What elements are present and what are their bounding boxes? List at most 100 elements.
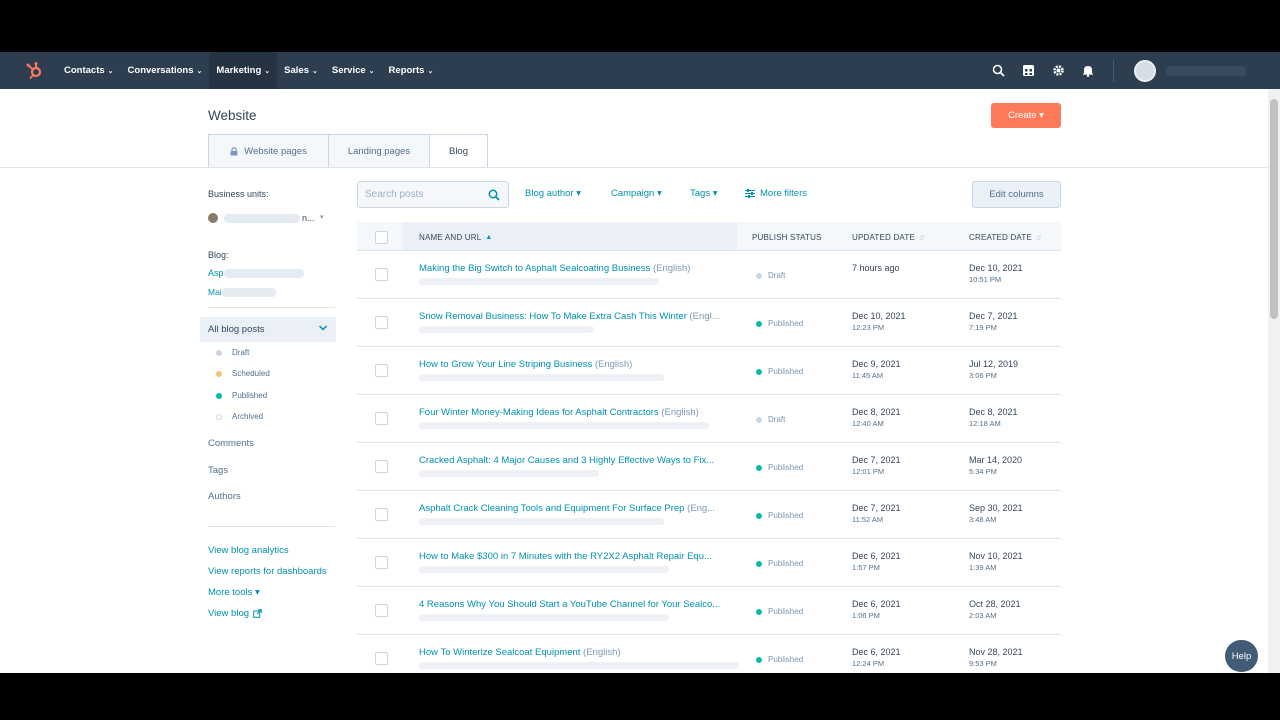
- business-unit-select[interactable]: n... ▾: [208, 212, 328, 226]
- help-button[interactable]: Help: [1225, 640, 1258, 672]
- column-header-updated[interactable]: UPDATED DATE ⇵: [852, 233, 925, 242]
- settings-gear-icon[interactable]: [1043, 52, 1073, 89]
- view-blog-analytics-link[interactable]: View blog analytics: [208, 545, 289, 556]
- table-row[interactable]: Cracked Asphalt: 4 Major Causes and 3 Hi…: [357, 443, 1061, 491]
- search-input[interactable]: [365, 189, 480, 200]
- tab-website-pages[interactable]: Website pages: [208, 134, 329, 168]
- post-title-link[interactable]: How To Winterize Sealcoat Equipment (Eng…: [419, 647, 621, 658]
- campaign-filter[interactable]: Campaign ▾: [611, 188, 662, 199]
- status-filter-draft[interactable]: Draft: [216, 348, 249, 357]
- post-title-link[interactable]: Four Winter Money-Making Ideas for Aspha…: [419, 407, 699, 418]
- table-row[interactable]: 4 Reasons Why You Should Start a YouTube…: [357, 587, 1061, 635]
- table-row[interactable]: How to Grow Your Line Striping Business …: [357, 347, 1061, 395]
- post-title-link[interactable]: How to Make $300 in 7 Minutes with the R…: [419, 551, 712, 562]
- hubspot-logo-icon[interactable]: [25, 61, 45, 81]
- post-title[interactable]: Snow Removal Business: How To Make Extra…: [419, 311, 687, 322]
- created-date: Dec 7, 2021 7:19 PM: [969, 311, 1018, 332]
- search-icon[interactable]: [488, 189, 500, 201]
- post-title-link[interactable]: Snow Removal Business: How To Make Extra…: [419, 311, 720, 322]
- status-label: Published: [768, 607, 804, 616]
- row-checkbox[interactable]: [375, 460, 388, 473]
- post-title[interactable]: Making the Big Switch to Asphalt Sealcoa…: [419, 263, 650, 274]
- status-filter-archived[interactable]: Archived: [216, 412, 263, 421]
- tab-landing-pages[interactable]: Landing pages: [328, 134, 430, 168]
- post-title[interactable]: Four Winter Money-Making Ideas for Aspha…: [419, 407, 659, 418]
- all-blog-posts-filter[interactable]: All blog posts: [200, 317, 336, 342]
- blog-label: Blog:: [208, 250, 229, 260]
- sidebar-item-tags[interactable]: Tags: [208, 465, 228, 476]
- status-filter-published[interactable]: Published: [216, 391, 267, 400]
- caret-down-icon: ▾: [320, 214, 324, 221]
- updated-date: Dec 6, 2021 12:24 PM: [852, 647, 901, 668]
- row-checkbox[interactable]: [375, 604, 388, 617]
- more-filters-button[interactable]: More filters: [745, 188, 807, 199]
- select-all-checkbox[interactable]: [375, 231, 388, 244]
- sort-ascending-icon: ▲: [485, 234, 493, 241]
- status-dot: [216, 392, 222, 399]
- post-title[interactable]: How to Make $300 in 7 Minutes with the R…: [419, 551, 712, 562]
- tab-blog[interactable]: Blog: [429, 134, 488, 168]
- column-header-created[interactable]: CREATED DATE ⇵: [969, 233, 1042, 242]
- marketplace-icon[interactable]: [1013, 52, 1043, 89]
- row-checkbox[interactable]: [375, 412, 388, 425]
- more-tools-dropdown[interactable]: More tools ▾: [208, 587, 260, 598]
- table-row[interactable]: Four Winter Money-Making Ideas for Aspha…: [357, 395, 1061, 443]
- row-checkbox[interactable]: [375, 652, 388, 665]
- post-title[interactable]: How to Grow Your Line Striping Business: [419, 359, 592, 370]
- nav-service[interactable]: Service ⌄: [325, 52, 382, 89]
- status-dot: [216, 370, 222, 377]
- nav-conversations[interactable]: Conversations ⌄: [121, 52, 210, 89]
- post-title[interactable]: Asphalt Crack Cleaning Tools and Equipme…: [419, 503, 684, 514]
- blog-link-1[interactable]: Asp: [208, 268, 224, 278]
- row-checkbox[interactable]: [375, 316, 388, 329]
- filter-sliders-icon: [745, 189, 755, 198]
- status-label: Published: [232, 391, 268, 400]
- scrollbar-thumb[interactable]: [1270, 99, 1278, 319]
- nav-reports[interactable]: Reports ⌄: [382, 52, 441, 89]
- column-header-status[interactable]: PUBLISH STATUS: [752, 233, 822, 242]
- post-title[interactable]: 4 Reasons Why You Should Start a YouTube…: [419, 599, 720, 610]
- blog-link-2[interactable]: Mai: [208, 287, 222, 297]
- post-title-link[interactable]: 4 Reasons Why You Should Start a YouTube…: [419, 599, 720, 610]
- view-blog-link[interactable]: View blog: [208, 608, 262, 619]
- create-button[interactable]: Create ▾: [991, 103, 1061, 128]
- post-title-link[interactable]: Asphalt Crack Cleaning Tools and Equipme…: [419, 503, 715, 514]
- updated-date-value: 7 hours ago: [852, 263, 900, 273]
- sidebar-item-comments[interactable]: Comments: [208, 438, 254, 449]
- post-title[interactable]: Cracked Asphalt: 4 Major Causes and 3 Hi…: [419, 455, 714, 466]
- nav-marketing[interactable]: Marketing ⌄: [209, 52, 278, 89]
- tags-filter[interactable]: Tags ▾: [690, 188, 717, 199]
- table-row[interactable]: Asphalt Crack Cleaning Tools and Equipme…: [357, 491, 1061, 539]
- row-checkbox[interactable]: [375, 268, 388, 281]
- row-checkbox[interactable]: [375, 364, 388, 377]
- page-scrollbar[interactable]: [1268, 89, 1280, 673]
- avatar[interactable]: [1134, 59, 1156, 82]
- post-title-link[interactable]: Cracked Asphalt: 4 Major Causes and 3 Hi…: [419, 455, 714, 466]
- edit-columns-button[interactable]: Edit columns: [972, 181, 1061, 208]
- nav-contacts[interactable]: Contacts ⌄: [57, 52, 121, 89]
- notifications-bell-icon[interactable]: [1073, 52, 1103, 89]
- row-checkbox[interactable]: [375, 508, 388, 521]
- table-row[interactable]: How to Make $300 in 7 Minutes with the R…: [357, 539, 1061, 587]
- search-icon[interactable]: [983, 52, 1013, 89]
- nav-sales[interactable]: Sales ⌄: [277, 52, 325, 89]
- table-row[interactable]: Snow Removal Business: How To Make Extra…: [357, 299, 1061, 347]
- external-link-icon: [253, 609, 262, 618]
- blog-author-filter[interactable]: Blog author ▾: [525, 188, 581, 199]
- account-name-redacted[interactable]: [1166, 65, 1246, 76]
- table-row[interactable]: How To Winterize Sealcoat Equipment (Eng…: [357, 635, 1061, 673]
- status-filter-scheduled[interactable]: Scheduled: [216, 369, 270, 378]
- column-header-name[interactable]: NAME AND URL ▲: [419, 233, 493, 242]
- row-checkbox[interactable]: [375, 556, 388, 569]
- search-posts-field[interactable]: [357, 181, 509, 208]
- post-title-link[interactable]: Making the Big Switch to Asphalt Sealcoa…: [419, 263, 690, 274]
- status-dot: [756, 368, 762, 375]
- post-title-link[interactable]: How to Grow Your Line Striping Business …: [419, 359, 632, 370]
- post-language: (English): [594, 359, 633, 370]
- status-dot: [756, 608, 762, 615]
- table-row[interactable]: Making the Big Switch to Asphalt Sealcoa…: [357, 251, 1061, 299]
- created-date-value: Sep 30, 2021: [969, 503, 1023, 513]
- sidebar-item-authors[interactable]: Authors: [208, 491, 241, 502]
- post-title[interactable]: How To Winterize Sealcoat Equipment: [419, 647, 580, 658]
- view-reports-link[interactable]: View reports for dashboards: [208, 566, 327, 577]
